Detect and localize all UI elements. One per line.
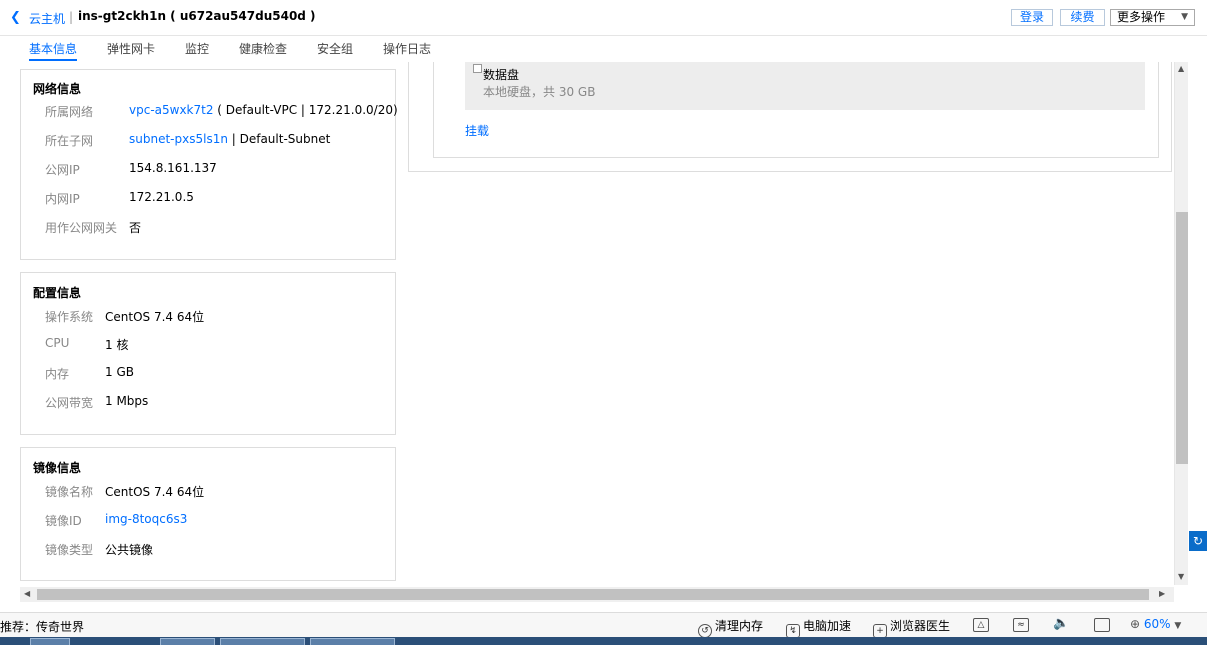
tab-monitor[interactable]: 监控 <box>185 40 209 57</box>
vertical-scrollbar[interactable]: ▲ ▼ <box>1174 62 1188 585</box>
image-type-label: 镜像类型 <box>45 543 94 557</box>
zoom-in-icon: ⊕ <box>1130 617 1141 631</box>
tab-eni[interactable]: 弹性网卡 <box>107 40 155 57</box>
taskbar-app-1[interactable] <box>30 638 70 645</box>
tab-operation-log[interactable]: 操作日志 <box>383 40 431 57</box>
main-content: 网络信息 所属网络 vpc-a5wxk7t2 ( Default-VPC | 1… <box>0 62 1174 587</box>
mount-disk-link[interactable]: 挂载 <box>465 122 489 139</box>
network-icon[interactable]: △ <box>973 618 989 632</box>
vpc-label: 所属网络 <box>45 105 94 119</box>
recommend-text[interactable]: 推荐：传奇世界 <box>0 618 84 635</box>
bandwidth-value: 1 Mbps <box>105 394 149 408</box>
tab-health-check[interactable]: 健康检查 <box>239 40 287 57</box>
page-header: ❮ 云主机 | ins-gt2ckh1n ( u672au547du540d )… <box>0 0 1207 36</box>
cpu-value: 1 核 <box>105 338 129 352</box>
tools-icon[interactable]: ≈ <box>1013 618 1029 632</box>
image-type-value: 公共镜像 <box>105 543 154 557</box>
taskbar-app-4[interactable] <box>310 638 395 645</box>
vertical-scroll-thumb[interactable] <box>1176 212 1188 464</box>
browser-doctor-button[interactable]: + 浏览器医生 <box>873 617 950 638</box>
refresh-float-icon[interactable]: ↻ <box>1189 531 1207 551</box>
image-name-label: 镜像名称 <box>45 485 94 499</box>
tab-security-group[interactable]: 安全组 <box>317 40 353 57</box>
subnet-detail: | Default-Subnet <box>227 132 331 146</box>
zoom-level: 60% <box>1143 617 1171 631</box>
lightning-icon: ↯ <box>786 624 800 638</box>
subnet-value: subnet-pxs5ls1n | Default-Subnet <box>129 132 330 146</box>
cpu-label: CPU <box>45 336 70 350</box>
scroll-right-icon[interactable]: ▶ <box>1159 589 1165 598</box>
data-disk-name: 数据盘 <box>483 68 520 82</box>
subnet-link[interactable]: subnet-pxs5ls1n <box>129 132 228 146</box>
config-info-card: 配置信息 操作系统 CentOS 7.4 64位 CPU 1 核 内存 1 GB… <box>20 272 396 435</box>
more-actions-dropdown[interactable]: 更多操作 ▼ <box>1110 9 1195 26</box>
horizontal-scroll-thumb[interactable] <box>37 589 1149 600</box>
data-disk-item: 数据盘 本地硬盘，共 30 GB <box>465 62 1145 110</box>
more-actions-label: 更多操作 <box>1117 10 1166 24</box>
renew-button[interactable]: 续费 <box>1060 9 1105 26</box>
network-info-title: 网络信息 <box>33 82 82 96</box>
medical-kit-icon: + <box>873 624 887 638</box>
horizontal-scrollbar[interactable]: ◀ ▶ <box>20 587 1174 602</box>
scroll-left-icon[interactable]: ◀ <box>24 589 30 598</box>
pc-accelerate-label: 电脑加速 <box>803 619 852 633</box>
clean-memory-label: 清理内存 <box>715 619 764 633</box>
breadcrumb-cvm[interactable]: 云主机 <box>29 10 65 27</box>
speaker-icon[interactable]: 🔈 <box>1053 617 1069 632</box>
public-ip-label: 公网IP <box>45 163 80 177</box>
config-info-title: 配置信息 <box>33 286 82 300</box>
image-name-value: CentOS 7.4 64位 <box>105 485 205 499</box>
window-icon[interactable] <box>1094 618 1110 632</box>
os-taskbar <box>0 637 1207 645</box>
bandwidth-label: 公网带宽 <box>45 396 94 410</box>
private-ip-value: 172.21.0.5 <box>129 190 194 204</box>
chevron-down-icon: ▼ <box>1181 12 1188 22</box>
pc-accelerate-button[interactable]: ↯ 电脑加速 <box>786 617 851 638</box>
disk-panel: 数据盘 本地硬盘，共 30 GB 挂载 <box>408 62 1172 172</box>
tab-basic-info[interactable]: 基本信息 <box>29 40 78 61</box>
gateway-value: 否 <box>129 221 142 235</box>
image-id-link[interactable]: img-8toqc6s3 <box>105 512 187 526</box>
browser-status-bar: 推荐：传奇世界 ↺ 清理内存 ↯ 电脑加速 + 浏览器医生 △ ≈ 🔈 ⊕ 60% ▼ <box>0 612 1207 638</box>
taskbar-app-2[interactable] <box>160 638 215 645</box>
zoom-control[interactable]: ⊕ 60% ▼ <box>1130 617 1181 631</box>
gateway-label: 用作公网网关 <box>45 221 118 235</box>
data-disk-desc: 本地硬盘，共 30 GB <box>483 85 596 99</box>
image-info-card: 镜像信息 镜像名称 CentOS 7.4 64位 镜像ID img-8toqc6… <box>20 447 396 581</box>
network-info-card: 网络信息 所属网络 vpc-a5wxk7t2 ( Default-VPC | 1… <box>20 69 398 260</box>
breadcrumb-separator: | <box>69 10 74 24</box>
memory-label: 内存 <box>45 367 70 381</box>
memory-value: 1 GB <box>105 365 134 379</box>
clock-icon: ↺ <box>698 624 712 638</box>
image-id-label: 镜像ID <box>45 514 82 528</box>
vpc-detail: ( Default-VPC | 172.21.0.0/20) <box>213 103 398 117</box>
vpc-link[interactable]: vpc-a5wxk7t2 <box>129 103 213 117</box>
chevron-down-icon: ▼ <box>1174 621 1182 631</box>
login-button[interactable]: 登录 <box>1011 9 1053 26</box>
private-ip-label: 内网IP <box>45 192 80 206</box>
vpc-value: vpc-a5wxk7t2 ( Default-VPC | 172.21.0.0/… <box>129 103 398 117</box>
public-ip-value: 154.8.161.137 <box>129 161 217 175</box>
clean-memory-button[interactable]: ↺ 清理内存 <box>698 617 763 638</box>
scroll-down-icon[interactable]: ▼ <box>1178 572 1184 581</box>
subnet-label: 所在子网 <box>45 134 94 148</box>
image-info-title: 镜像信息 <box>33 461 82 475</box>
taskbar-app-3[interactable] <box>220 638 305 645</box>
browser-doctor-label: 浏览器医生 <box>890 619 951 633</box>
scroll-up-icon[interactable]: ▲ <box>1178 64 1184 73</box>
instance-title: ins-gt2ckh1n ( u672au547du540d ) <box>78 9 316 23</box>
data-disk-checkbox[interactable] <box>473 64 482 73</box>
os-label: 操作系统 <box>45 310 94 324</box>
os-value: CentOS 7.4 64位 <box>105 310 205 324</box>
disk-list-box: 数据盘 本地硬盘，共 30 GB 挂载 <box>433 62 1159 158</box>
back-arrow-icon[interactable]: ❮ <box>10 11 22 25</box>
